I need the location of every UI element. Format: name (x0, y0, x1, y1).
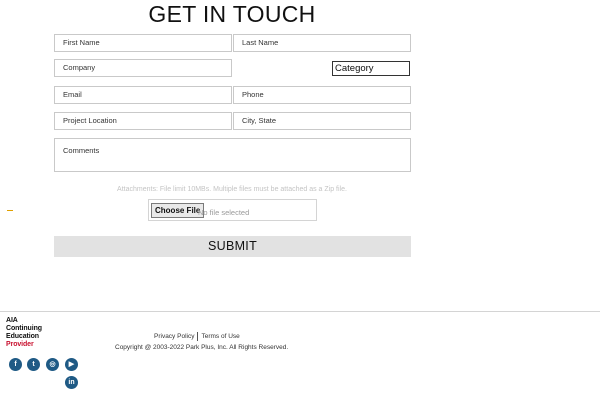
facebook-icon[interactable]: f (9, 358, 22, 371)
accent-dash (7, 210, 13, 211)
email-field[interactable]: Email (54, 86, 232, 104)
phone-field[interactable]: Phone (233, 86, 411, 104)
terms-of-use-link[interactable]: Terms of Use (201, 333, 239, 340)
company-field[interactable]: Company (54, 59, 232, 77)
aia-provider-logo: AIA Continuing Education Provider (6, 317, 42, 349)
project-location-field[interactable]: Project Location (54, 112, 232, 130)
attachments-note: Attachments: File limit 10MBs. Multiple … (117, 186, 347, 193)
youtube-icon[interactable]: ▶ (65, 358, 78, 371)
last-name-field[interactable]: Last Name (233, 34, 411, 52)
privacy-policy-link[interactable]: Privacy Policy (154, 333, 194, 340)
file-status-text: No file selected (198, 208, 250, 217)
city-state-field[interactable]: City, State (233, 112, 411, 130)
choose-file-button[interactable]: Choose File (151, 203, 205, 218)
twitter-icon[interactable]: t (27, 358, 40, 371)
footer-links: Privacy Policy Terms of Use (154, 332, 240, 341)
aia-line: Education (6, 333, 39, 340)
category-select[interactable]: Category (332, 61, 410, 76)
link-separator (197, 332, 199, 341)
aia-line: Provider (6, 341, 34, 348)
copyright-text: Copyright @ 2003-2022 Park Plus, Inc. Al… (115, 344, 289, 351)
instagram-icon[interactable]: ◎ (46, 358, 59, 371)
submit-button[interactable]: SUBMIT (54, 236, 411, 257)
footer-divider (0, 311, 600, 312)
aia-line: AIA (6, 317, 18, 324)
page-title: GET IN TOUCH (148, 1, 316, 27)
linkedin-icon[interactable]: in (65, 376, 78, 389)
first-name-field[interactable]: First Name (54, 34, 232, 52)
aia-line: Continuing (6, 325, 42, 332)
comments-textarea[interactable]: Comments (54, 138, 411, 172)
